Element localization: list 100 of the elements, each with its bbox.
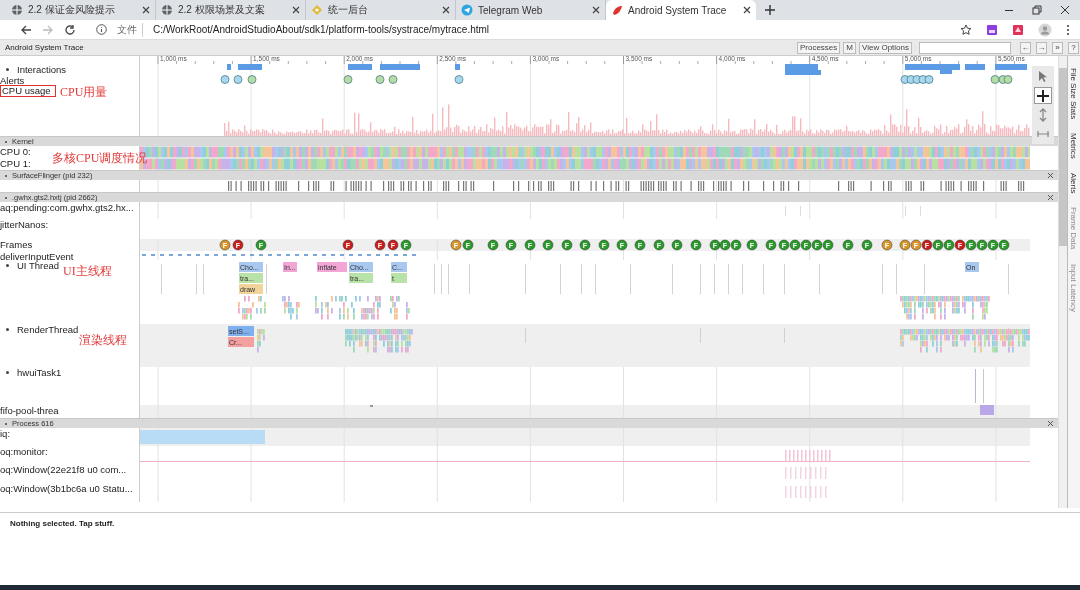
browser-tab[interactable]: Android System Trace bbox=[606, 0, 756, 20]
forward-icon[interactable] bbox=[42, 23, 54, 36]
event-line bbox=[441, 264, 442, 294]
toolbar-button[interactable]: M bbox=[843, 41, 856, 54]
avatar-icon[interactable] bbox=[1038, 22, 1052, 37]
track-label: deliverInputEvent bbox=[0, 251, 74, 262]
event-line bbox=[1008, 328, 1009, 343]
activity-marks-drawing bbox=[390, 296, 410, 320]
close-icon[interactable] bbox=[592, 6, 600, 14]
queue-drawing bbox=[785, 467, 827, 479]
scrollbar[interactable] bbox=[1058, 56, 1067, 508]
restore-icon[interactable] bbox=[1032, 5, 1042, 15]
close-icon[interactable] bbox=[442, 6, 450, 14]
event-line bbox=[161, 264, 162, 294]
extension-icon[interactable] bbox=[986, 23, 998, 36]
side-tab[interactable]: Metrics bbox=[1069, 133, 1079, 159]
toolbar-button[interactable]: Processes bbox=[796, 41, 841, 54]
tab-title: 统一后台 bbox=[328, 3, 369, 17]
side-tab[interactable]: Alerts bbox=[1069, 172, 1079, 194]
new-tab-icon[interactable] bbox=[764, 4, 776, 16]
queue-drawing bbox=[785, 486, 827, 498]
extension-icon[interactable] bbox=[1012, 23, 1024, 36]
activity-marks-drawing bbox=[238, 296, 266, 320]
event-line bbox=[595, 264, 596, 294]
track-label: jitterNanos: bbox=[0, 219, 49, 230]
globe-icon bbox=[161, 4, 173, 16]
close-icon[interactable] bbox=[1047, 194, 1054, 201]
track-label: iq: bbox=[0, 428, 11, 439]
search-field[interactable] bbox=[919, 41, 1011, 54]
menu-icon[interactable] bbox=[1066, 23, 1070, 36]
activity-marks-drawing bbox=[345, 329, 413, 353]
track-label: CPU usage bbox=[0, 85, 56, 97]
track-label: oq:Window(22e21f8 u0 com... bbox=[0, 464, 127, 475]
reload-icon[interactable] bbox=[64, 23, 76, 36]
event-line bbox=[728, 264, 729, 294]
paper-plane-icon bbox=[461, 4, 473, 16]
nav-button[interactable]: » bbox=[1052, 41, 1063, 54]
activity-marks-drawing bbox=[962, 296, 990, 320]
event-line bbox=[742, 264, 743, 294]
event-line bbox=[560, 264, 561, 294]
annotation-text: CPU用量 bbox=[60, 84, 108, 101]
event-line bbox=[819, 264, 820, 294]
annotation-text: UI主线程 bbox=[63, 263, 112, 280]
event-line bbox=[434, 264, 435, 294]
back-icon[interactable] bbox=[20, 23, 32, 36]
close-icon[interactable] bbox=[292, 6, 300, 14]
track-label: hwuiTask1 bbox=[17, 367, 62, 378]
tab-title: Telegram Web bbox=[478, 4, 544, 16]
close-icon[interactable] bbox=[1047, 420, 1054, 427]
alert-marker[interactable] bbox=[343, 75, 353, 84]
activity-marks-drawing bbox=[900, 296, 960, 320]
tab-title: 2.2 保证金风险提示 bbox=[28, 3, 116, 17]
alert-marker[interactable] bbox=[247, 75, 257, 84]
track-label: CPU 0: bbox=[0, 146, 31, 157]
event-line bbox=[980, 328, 981, 343]
close-icon[interactable] bbox=[743, 6, 751, 14]
event-line bbox=[581, 264, 582, 294]
close-icon[interactable] bbox=[142, 6, 150, 14]
scrollbar-thumb[interactable] bbox=[1059, 68, 1067, 246]
alert-marker[interactable] bbox=[1003, 75, 1013, 84]
close-icon[interactable] bbox=[1060, 5, 1070, 15]
activity-marks-drawing bbox=[282, 296, 300, 320]
track-label: Frames bbox=[0, 239, 33, 250]
event-line bbox=[714, 264, 715, 294]
event-line bbox=[700, 264, 701, 294]
address-url[interactable]: C:/WorkRoot/AndroidStudioAbout/sdk1/platform-tools/systrace/mytrace.html bbox=[153, 24, 490, 35]
activity-marks-drawing bbox=[315, 296, 381, 320]
toolbar-button[interactable]: View Options bbox=[859, 41, 912, 54]
star-icon[interactable] bbox=[960, 23, 972, 36]
event-line bbox=[266, 264, 267, 294]
side-tab[interactable]: File Size Stats bbox=[1069, 68, 1079, 120]
track-label: oq:Window(3b1bc6a u0 Statu... bbox=[0, 483, 133, 494]
nav-button[interactable]: → bbox=[1036, 41, 1047, 54]
alert-marker[interactable] bbox=[924, 75, 934, 84]
alert-marker[interactable] bbox=[388, 75, 398, 84]
event-line bbox=[630, 264, 631, 294]
close-icon[interactable] bbox=[1047, 172, 1054, 179]
event-line bbox=[196, 264, 197, 294]
nav-button[interactable]: ? bbox=[1068, 41, 1079, 54]
tool-button[interactable] bbox=[1034, 87, 1052, 104]
nav-button[interactable]: ← bbox=[1020, 41, 1031, 54]
tab-title: 2.2 权限场景及文案 bbox=[178, 3, 266, 17]
track-label: oq:monitor: bbox=[0, 446, 48, 457]
alert-marker[interactable] bbox=[233, 75, 243, 84]
alert-marker[interactable] bbox=[990, 75, 1000, 84]
alert-marker[interactable] bbox=[375, 75, 385, 84]
tab-title: Android System Trace bbox=[628, 4, 728, 16]
info-icon[interactable] bbox=[96, 24, 107, 35]
annotation-text: 渲染线程 bbox=[79, 332, 127, 349]
track-label: CPU 1: bbox=[0, 158, 31, 169]
alert-marker[interactable] bbox=[220, 75, 230, 84]
alert-marker[interactable] bbox=[454, 75, 464, 84]
track-label: Interactions bbox=[17, 64, 67, 75]
app-title: Android System Trace bbox=[5, 43, 84, 52]
plus-icon bbox=[1036, 88, 1050, 103]
event-line bbox=[448, 264, 449, 294]
event-line bbox=[469, 264, 470, 294]
diamond-icon bbox=[311, 4, 323, 16]
track-label: aq:pending:com.gwhx.gts2.hx... bbox=[0, 202, 134, 213]
event-line bbox=[882, 264, 883, 294]
